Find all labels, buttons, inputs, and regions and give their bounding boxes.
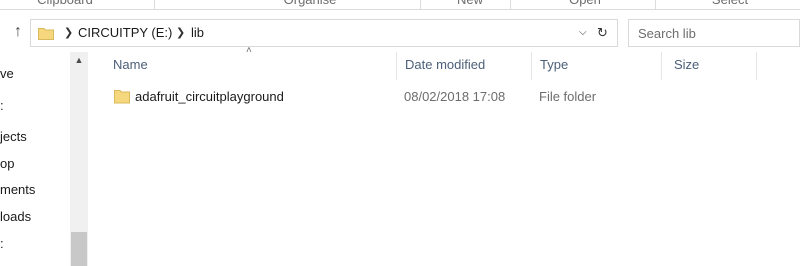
up-arrow-icon[interactable]: ↑ — [8, 20, 28, 44]
folder-icon — [114, 90, 130, 104]
nav-item[interactable]: ments — [0, 182, 62, 198]
nav-item[interactable]: ve — [0, 66, 62, 82]
chevron-down-icon[interactable]: ⌵ — [579, 26, 591, 40]
nav-item[interactable]: jects — [0, 129, 62, 145]
nav-item[interactable]: : — [0, 236, 62, 252]
column-header-name[interactable]: Name — [113, 56, 148, 78]
nav-scrollbar[interactable]: ▲ — [70, 52, 88, 266]
ribbon-separator — [510, 0, 511, 9]
breadcrumb-separator-icon[interactable]: ❯ — [176, 25, 185, 41]
folder-icon — [38, 28, 54, 40]
column-divider[interactable] — [661, 52, 662, 80]
column-divider[interactable] — [531, 52, 532, 80]
address-row: ↑ ❯ CIRCUITPY (E:) ❯ lib ⌵ ↻ Search lib — [0, 16, 800, 48]
nav-item[interactable]: op — [0, 156, 62, 172]
nav-item[interactable]: : — [0, 98, 62, 114]
file-list: ˄ Name Date modified Type Size adafruit_… — [96, 46, 800, 266]
scroll-up-icon[interactable]: ▲ — [70, 52, 88, 68]
scroll-thumb[interactable] — [71, 232, 87, 266]
ribbon-group-labels: Clipboard Organise New Open Select — [0, 0, 800, 10]
ribbon-group-clipboard: Clipboard — [30, 0, 100, 9]
file-explorer-window: Clipboard Organise New Open Select ↑ ❯ C… — [0, 0, 800, 266]
file-name[interactable]: adafruit_circuitplayground — [135, 89, 284, 105]
breadcrumb-drive[interactable]: CIRCUITPY (E:) — [78, 25, 172, 41]
ribbon-group-organise: Organise — [270, 0, 350, 9]
ribbon-group-new: New — [445, 0, 495, 9]
refresh-icon[interactable]: ↻ — [597, 25, 611, 41]
sort-ascending-icon: ˄ — [246, 45, 252, 56]
column-divider[interactable] — [756, 52, 757, 80]
table-row[interactable]: adafruit_circuitplayground 08/02/2018 17… — [96, 86, 800, 110]
ribbon-separator — [655, 0, 656, 9]
file-type: File folder — [539, 89, 597, 104]
ribbon-group-select: Select — [700, 0, 760, 9]
address-bar[interactable]: ❯ CIRCUITPY (E:) ❯ lib ⌵ ↻ — [30, 19, 618, 47]
breadcrumb-lib[interactable]: lib — [191, 25, 204, 41]
search-placeholder: Search lib — [638, 26, 696, 41]
column-header-type[interactable]: Type — [540, 56, 568, 78]
breadcrumb-separator-icon[interactable]: ❯ — [64, 25, 73, 41]
ribbon-separator — [154, 0, 155, 9]
column-header-date[interactable]: Date modified — [405, 56, 485, 78]
ribbon-group-open: Open — [560, 0, 610, 9]
ribbon-separator — [420, 0, 421, 9]
column-divider[interactable] — [396, 52, 397, 80]
nav-item[interactable]: loads — [0, 209, 62, 225]
column-header-size[interactable]: Size — [674, 56, 699, 78]
file-date-modified: 08/02/2018 17:08 — [404, 89, 506, 104]
search-input[interactable]: Search lib — [628, 19, 800, 47]
navigation-pane: ve : jects op ments loads : ▲ — [0, 52, 90, 266]
